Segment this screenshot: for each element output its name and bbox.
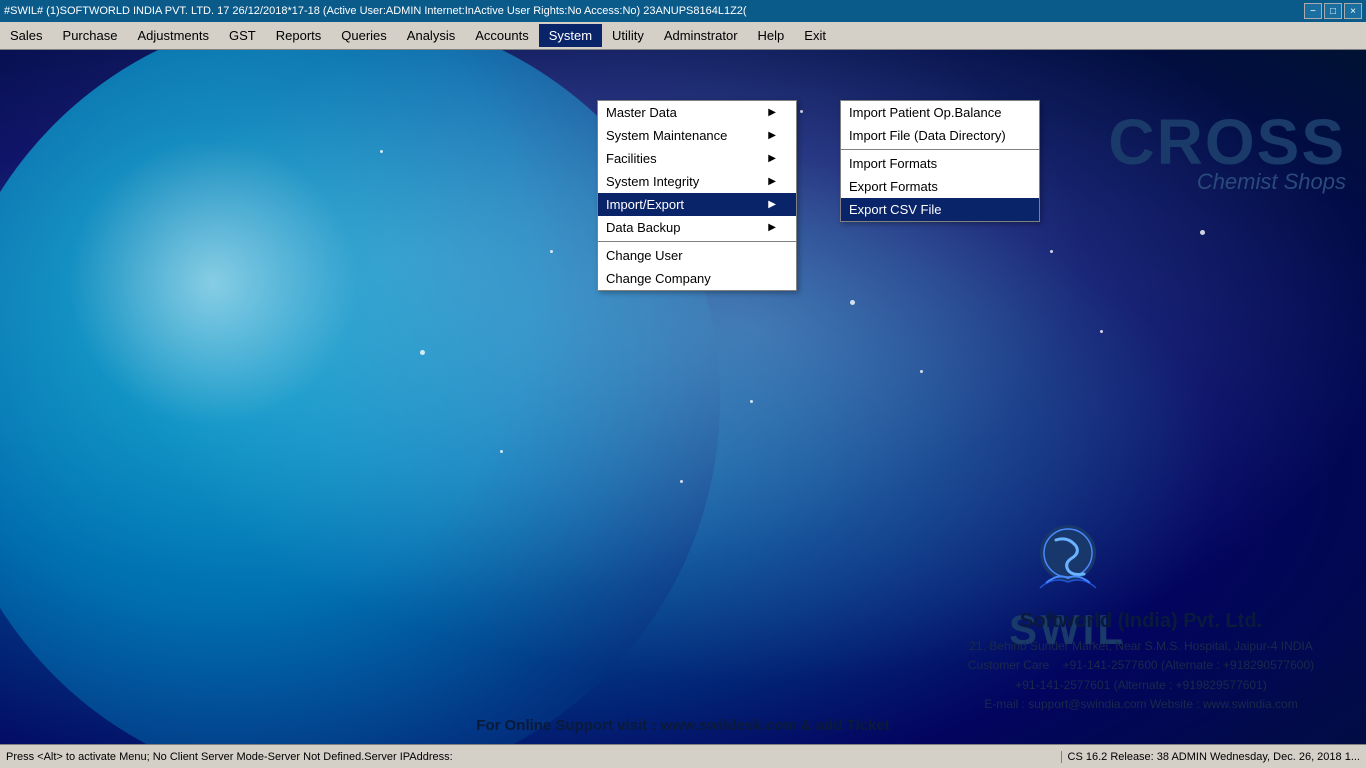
sparkle (500, 450, 503, 453)
submenu-arrow-icon: ▶ (768, 130, 776, 141)
sparkle (750, 400, 753, 403)
sparkle (550, 250, 553, 253)
menu-import-file-data-directory[interactable]: Import File (Data Directory) (841, 124, 1039, 147)
email-website: E-mail : support@swindia.com Website : w… (926, 695, 1356, 714)
customer-care: Customer Care +91-141-2577600 (Alternate… (926, 656, 1356, 675)
menu-analysis[interactable]: Analysis (397, 24, 465, 47)
menu-sales[interactable]: Sales (0, 24, 53, 47)
importexport-submenu: Import Patient Op.Balance Import File (D… (840, 100, 1040, 222)
phone2: +91-141-2577601 (Alternate : +9198295776… (926, 676, 1356, 695)
menu-data-backup[interactable]: Data Backup ▶ (598, 216, 796, 239)
menu-queries[interactable]: Queries (331, 24, 397, 47)
menu-gst[interactable]: GST (219, 24, 266, 47)
window-controls: − □ × (1304, 3, 1362, 19)
cross-logo-area: CROSS Chemist Shops (1108, 110, 1346, 195)
submenu-arrow-icon: ▶ (768, 107, 776, 118)
menu-system-integrity[interactable]: System Integrity ▶ (598, 170, 796, 193)
phone1: +91-141-2577600 (Alternate : +9182905776… (1063, 658, 1315, 672)
menu-adminstrator[interactable]: Adminstrator (654, 24, 748, 47)
sparkle (1100, 330, 1103, 333)
sparkle (1050, 250, 1053, 253)
menubar: Sales Purchase Adjustments GST Reports Q… (0, 22, 1366, 50)
main-content: CROSS Chemist Shops SWIL Softworld (Indi… (0, 50, 1366, 744)
menu-import-export[interactable]: Import/Export ▶ (598, 193, 796, 216)
menu-change-user[interactable]: Change User (598, 244, 796, 267)
company-info: Softworld (India) Pvt. Ltd. 21, Behind S… (926, 605, 1356, 714)
submenu-separator (841, 149, 1039, 150)
swil-emblem-icon (1028, 518, 1108, 598)
menu-separator (598, 241, 796, 242)
close-button[interactable]: × (1344, 3, 1362, 19)
sparkle (380, 150, 383, 153)
restore-button[interactable]: □ (1324, 3, 1342, 19)
menu-change-company[interactable]: Change Company (598, 267, 796, 290)
statusbar-left: Press <Alt> to activate Menu; No Client … (0, 751, 1061, 763)
menu-system[interactable]: System (539, 24, 602, 47)
sparkle (680, 480, 683, 483)
customer-care-label: Customer Care (968, 658, 1049, 672)
menu-help[interactable]: Help (748, 24, 795, 47)
menu-import-patient-op-balance[interactable]: Import Patient Op.Balance (841, 101, 1039, 124)
submenu-arrow-icon: ▶ (768, 176, 776, 187)
menu-system-maintenance[interactable]: System Maintenance ▶ (598, 124, 796, 147)
sparkle (920, 370, 923, 373)
menu-purchase[interactable]: Purchase (53, 24, 128, 47)
company-name: Softworld (India) Pvt. Ltd. (926, 605, 1356, 637)
statusbar-right: CS 16.2 Release: 38 ADMIN Wednesday, Dec… (1061, 751, 1366, 763)
menu-adjustments[interactable]: Adjustments (127, 24, 219, 47)
submenu-arrow-icon: ▶ (768, 153, 776, 164)
sparkle (800, 110, 803, 113)
menu-master-data[interactable]: Master Data ▶ (598, 101, 796, 124)
submenu-arrow-icon: ▶ (768, 222, 776, 233)
system-dropdown: Master Data ▶ System Maintenance ▶ Facil… (597, 100, 797, 291)
menu-import-formats[interactable]: Import Formats (841, 152, 1039, 175)
title-text: #SWIL# (1)SOFTWORLD INDIA PVT. LTD. 17 2… (4, 5, 1304, 17)
menu-facilities[interactable]: Facilities ▶ (598, 147, 796, 170)
sparkle (1200, 230, 1205, 235)
menu-exit[interactable]: Exit (794, 24, 836, 47)
menu-utility[interactable]: Utility (602, 24, 654, 47)
sparkle (420, 350, 425, 355)
menu-reports[interactable]: Reports (266, 24, 332, 47)
sparkle (850, 300, 855, 305)
company-address: 21, Behind Sunder Market, Near S.M.S. Ho… (926, 637, 1356, 656)
cross-logo-text: CROSS (1108, 110, 1346, 174)
support-bar: For Online Support visit : www.swildesk.… (476, 717, 889, 734)
menu-export-formats[interactable]: Export Formats (841, 175, 1039, 198)
menu-accounts[interactable]: Accounts (465, 24, 538, 47)
menu-export-csv-file[interactable]: Export CSV File (841, 198, 1039, 221)
statusbar: Press <Alt> to activate Menu; No Client … (0, 744, 1366, 768)
titlebar: #SWIL# (1)SOFTWORLD INDIA PVT. LTD. 17 2… (0, 0, 1366, 22)
minimize-button[interactable]: − (1304, 3, 1322, 19)
submenu-arrow-icon: ▶ (768, 199, 776, 210)
